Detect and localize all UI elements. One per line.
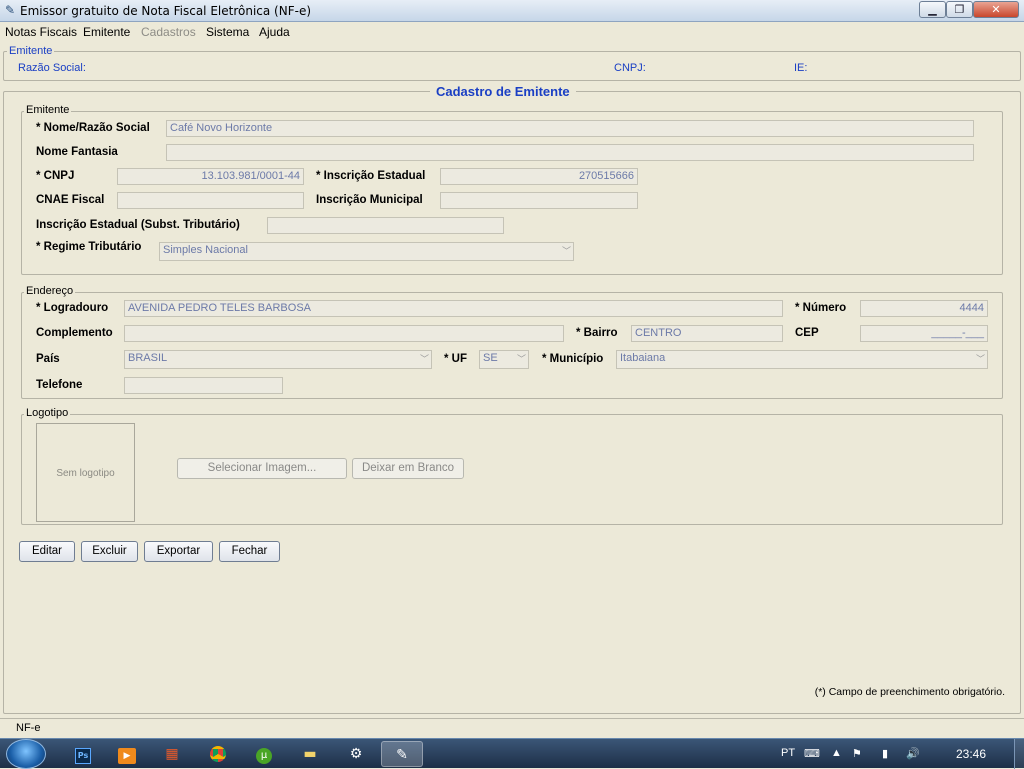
header-cnpj-label: CNPJ: <box>614 62 646 74</box>
maximize-button[interactable]: ❐ <box>946 1 973 18</box>
minimize-button[interactable]: ▁ <box>919 1 946 18</box>
chrome-icon[interactable] <box>197 741 239 767</box>
uf-select-value: SE <box>483 352 498 364</box>
language-indicator[interactable]: PT <box>781 747 795 759</box>
menu-notas-fiscais[interactable]: Notas Fiscais <box>5 25 77 39</box>
fantasia-field[interactable] <box>166 144 974 161</box>
exportar-button[interactable]: Exportar <box>144 541 213 562</box>
menu-cadastros[interactable]: Cadastros <box>141 25 196 39</box>
logo-placeholder: Sem logotipo <box>36 423 135 522</box>
network-icon[interactable]: ▮ <box>882 747 888 760</box>
pais-select-value: BRASIL <box>128 352 168 364</box>
bairro-field[interactable]: CENTRO <box>631 325 783 342</box>
cnpj-field[interactable]: 13.103.981/0001-44 <box>117 168 304 185</box>
window-title: Emissor gratuito de Nota Fiscal Eletrôni… <box>20 4 312 18</box>
header-razao-label: Razão Social: <box>18 62 86 74</box>
keyboard-icon[interactable]: ⌨ <box>804 747 820 760</box>
nfe-app-icon[interactable]: ✎ <box>381 741 423 767</box>
regime-select[interactable]: Simples Nacional ﹀ <box>159 242 574 261</box>
volume-icon[interactable]: 🔊 <box>906 747 920 760</box>
chevron-down-icon: ﹀ <box>516 354 526 364</box>
complemento-field[interactable] <box>124 325 564 342</box>
blank-image-button[interactable]: Deixar em Branco <box>352 458 464 479</box>
iest-label: Inscrição Estadual (Subst. Tributário) <box>36 219 240 231</box>
menu-sistema[interactable]: Sistema <box>206 25 249 39</box>
iest-field[interactable] <box>267 217 504 234</box>
ie-field[interactable]: 270515666 <box>440 168 638 185</box>
cnpj-label: * CNPJ <box>36 170 75 182</box>
settings-icon[interactable]: ⚙ <box>335 741 377 767</box>
logradouro-field[interactable]: AVENIDA PEDRO TELES BARBOSA <box>124 300 783 317</box>
chevron-down-icon: ﹀ <box>975 354 985 364</box>
menu-ajuda[interactable]: Ajuda <box>259 25 290 39</box>
editar-button[interactable]: Editar <box>19 541 75 562</box>
nome-field[interactable]: Café Novo Horizonte <box>166 120 974 137</box>
cep-field[interactable]: _____-___ <box>860 325 988 342</box>
taskbar: Ps ▶ ▦ µ ▬ ⚙ ✎ PT ⌨ ▲ ⚑ ▮ 🔊 23:46 <box>0 738 1024 769</box>
menu-emitente[interactable]: Emitente <box>83 25 130 39</box>
select-image-button[interactable]: Selecionar Imagem... <box>177 458 347 479</box>
fantasia-label: Nome Fantasia <box>36 146 118 158</box>
header-ie-label: IE: <box>794 62 808 74</box>
cep-label: CEP <box>795 327 819 339</box>
endereco-legend: Endereço <box>24 285 76 297</box>
regime-label: * Regime Tributário <box>36 241 142 253</box>
pais-select[interactable]: BRASIL ﹀ <box>124 350 432 369</box>
municipio-select[interactable]: Itabaiana ﹀ <box>616 350 988 369</box>
regime-select-value: Simples Nacional <box>163 244 248 256</box>
municipio-label: * Município <box>542 353 604 365</box>
start-orb-icon[interactable] <box>6 739 46 769</box>
complemento-label: Complemento <box>36 327 113 339</box>
app-icon: ✎ <box>4 3 16 17</box>
show-desktop-button[interactable] <box>1014 739 1024 769</box>
emitente-legend: Emitente <box>24 104 72 116</box>
required-footnote: (*) Campo de preenchimento obrigatório. <box>814 686 1005 698</box>
uf-select[interactable]: SE ﹀ <box>479 350 529 369</box>
status-bar: NF-e <box>0 718 1024 738</box>
menu-bar: Notas Fiscais Emitente Cadastros Sistema… <box>0 22 1024 43</box>
cnae-field[interactable] <box>117 192 304 209</box>
nome-label: * Nome/Razão Social <box>36 122 150 134</box>
explorer-icon[interactable]: ▬ <box>289 741 331 767</box>
utorrent-icon[interactable]: µ <box>243 741 285 767</box>
excluir-button[interactable]: Excluir <box>81 541 138 562</box>
firewall-icon[interactable]: ▦ <box>151 741 193 767</box>
header-emitente-group <box>3 51 1021 81</box>
logotipo-section <box>21 414 1003 525</box>
status-text: NF-e <box>16 722 41 734</box>
ie-label: * Inscrição Estadual <box>316 170 426 182</box>
uf-label: * UF <box>444 353 467 365</box>
pais-label: País <box>36 353 60 365</box>
telefone-label: Telefone <box>36 379 83 391</box>
municipio-select-value: Itabaiana <box>620 352 666 364</box>
telefone-field[interactable] <box>124 377 283 394</box>
photoshop-icon[interactable]: Ps <box>62 741 104 767</box>
chevron-down-icon: ﹀ <box>561 246 571 256</box>
numero-label: * Número <box>795 302 847 314</box>
close-button[interactable]: ✕ <box>973 1 1019 18</box>
logotipo-legend: Logotipo <box>24 407 71 419</box>
im-label: Inscrição Municipal <box>316 194 423 206</box>
numero-field[interactable]: 4444 <box>860 300 988 317</box>
clock[interactable]: 23:46 <box>956 747 986 761</box>
title-bar: ✎ Emissor gratuito de Nota Fiscal Eletrô… <box>0 0 1024 22</box>
media-player-icon[interactable]: ▶ <box>106 741 148 767</box>
fechar-button[interactable]: Fechar <box>219 541 280 562</box>
form-title: Cadastro de Emitente <box>430 84 576 99</box>
bairro-label: * Bairro <box>576 327 618 339</box>
im-field[interactable] <box>440 192 638 209</box>
action-center-icon[interactable]: ⚑ <box>852 747 862 760</box>
chevron-down-icon: ﹀ <box>419 354 429 364</box>
cnae-label: CNAE Fiscal <box>36 194 105 206</box>
show-hidden-icons-icon[interactable]: ▲ <box>831 747 842 759</box>
logradouro-label: * Logradouro <box>36 302 109 314</box>
header-emitente-legend: Emitente <box>7 45 55 57</box>
